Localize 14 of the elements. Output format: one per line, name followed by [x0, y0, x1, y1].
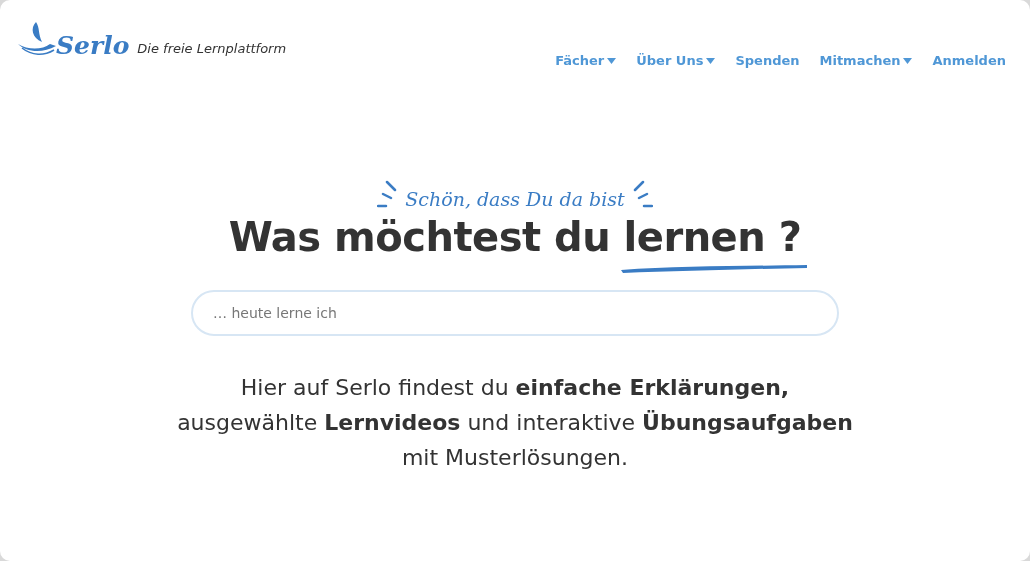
greeting: Schön, dass Du da bist: [405, 188, 625, 210]
nav-link[interactable]: Anmelden: [932, 53, 1006, 68]
nav-link[interactable]: Mitmachen: [819, 53, 913, 68]
caret-icon: [903, 57, 913, 64]
nav-link[interactable]: Über Uns: [636, 53, 716, 68]
nav-link[interactable]: Fächer: [555, 53, 617, 68]
logo-wordmark[interactable]: Serlo: [56, 31, 130, 60]
nav-link[interactable]: Spenden: [735, 53, 800, 68]
caret-icon: [706, 57, 716, 64]
page-heading: Was möchtest du lernen ?: [228, 214, 802, 260]
search-field[interactable]: … heute lerne ich: [191, 290, 839, 336]
description: Hier auf Serlo findest du einfache Erklärungen, ausgewählte Lernvideos und interaktive Übungsaufgaben mit Musterlösungen.: [176, 374, 854, 473]
tagline: Die freie Lernplattform: [137, 41, 287, 56]
caret-icon: [607, 57, 617, 64]
